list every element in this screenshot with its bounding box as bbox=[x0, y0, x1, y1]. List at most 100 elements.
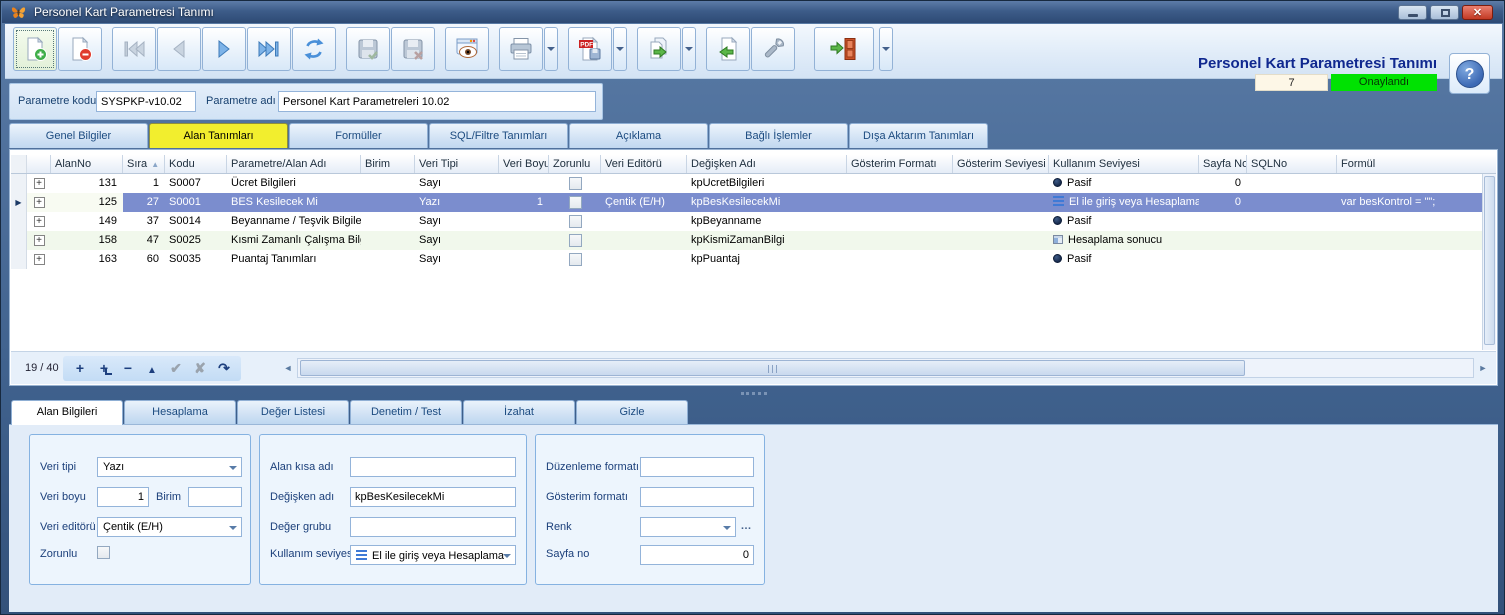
restore-button[interactable] bbox=[1430, 5, 1459, 20]
column-header-parametre-alan-adi[interactable]: Parametre/Alan Adı bbox=[227, 155, 361, 173]
column-header-veri-editoru[interactable]: Veri Editörü bbox=[601, 155, 687, 173]
tab-hesaplama[interactable]: Hesaplama bbox=[124, 400, 236, 424]
save-button[interactable] bbox=[346, 27, 390, 71]
tab-bagli-islemler[interactable]: Bağlı İşlemler bbox=[709, 123, 848, 148]
table-row[interactable]: 149 37 S0014 Beyanname / Teşvik Bilgiler… bbox=[11, 212, 1482, 231]
exit-button[interactable] bbox=[814, 27, 874, 71]
veri-tipi-select[interactable]: Yazı bbox=[97, 457, 242, 477]
cell-zorunlu[interactable] bbox=[549, 250, 601, 269]
pdf-export-button[interactable]: PDF bbox=[568, 27, 612, 71]
column-header-sqlno[interactable]: SQLNo bbox=[1247, 155, 1337, 173]
expand-button[interactable] bbox=[27, 212, 51, 231]
renk-select[interactable] bbox=[640, 517, 736, 537]
tab-disa-aktarim-tanimlari[interactable]: Dışa Aktarım Tanımları bbox=[849, 123, 988, 148]
column-header-alanno[interactable]: AlanNo bbox=[51, 155, 123, 173]
zorunlu-checkbox[interactable] bbox=[569, 234, 582, 247]
refresh-button[interactable] bbox=[292, 27, 336, 71]
minimize-button[interactable] bbox=[1398, 5, 1427, 20]
table-row[interactable]: 131 1 S0007 Ücret Bilgileri Sayı kpUcret… bbox=[11, 174, 1482, 193]
help-button[interactable] bbox=[1449, 53, 1490, 94]
sayfa-no-input[interactable] bbox=[640, 545, 754, 565]
new-record-button[interactable] bbox=[13, 27, 57, 71]
alan-kisa-adi-input[interactable] bbox=[350, 457, 516, 477]
expand-button[interactable] bbox=[27, 231, 51, 250]
cell-zorunlu[interactable] bbox=[549, 231, 601, 250]
first-record-button[interactable] bbox=[112, 27, 156, 71]
confirm-edit-button[interactable] bbox=[165, 358, 187, 379]
zorunlu-checkbox[interactable] bbox=[97, 546, 110, 559]
zorunlu-checkbox[interactable] bbox=[569, 196, 582, 209]
cell-zorunlu[interactable] bbox=[549, 212, 601, 231]
exit-dropdown-button[interactable] bbox=[879, 27, 893, 71]
renk-more-button[interactable] bbox=[738, 517, 754, 537]
expand-button[interactable] bbox=[27, 174, 51, 193]
tab-aciklama[interactable]: Açıklama bbox=[569, 123, 708, 148]
column-header-kodu[interactable]: Kodu bbox=[165, 155, 227, 173]
tab-izahat[interactable]: İzahat bbox=[463, 400, 575, 424]
tab-sql-filtre-tanimlari[interactable]: SQL/Filtre Tanımları bbox=[429, 123, 568, 148]
tab-alan-bilgileri[interactable]: Alan Bilgileri bbox=[11, 400, 123, 425]
add-child-row-button[interactable] bbox=[93, 358, 115, 379]
column-header-formul[interactable]: Formül bbox=[1337, 155, 1496, 173]
expand-button[interactable] bbox=[27, 250, 51, 269]
print-button[interactable] bbox=[499, 27, 543, 71]
table-row[interactable]: 163 60 S0035 Puantaj Tanımları Sayı kpPu… bbox=[11, 250, 1482, 269]
vertical-scrollbar-thumb[interactable] bbox=[1484, 176, 1495, 345]
save-cancel-button[interactable] bbox=[391, 27, 435, 71]
copy-export-button[interactable] bbox=[637, 27, 681, 71]
close-button[interactable] bbox=[1462, 5, 1493, 20]
delete-record-button[interactable] bbox=[58, 27, 102, 71]
parametre-adi-input[interactable] bbox=[278, 91, 596, 112]
column-header-zorunlu[interactable]: Zorunlu bbox=[549, 155, 601, 173]
zorunlu-checkbox[interactable] bbox=[569, 215, 582, 228]
pdf-dropdown-button[interactable] bbox=[613, 27, 627, 71]
veri-boyu-input[interactable] bbox=[97, 487, 149, 507]
cancel-edit-button[interactable] bbox=[189, 358, 211, 379]
tab-deger-listesi[interactable]: Değer Listesi bbox=[237, 400, 349, 424]
birim-input[interactable] bbox=[188, 487, 242, 507]
column-header-veri-boyu[interactable]: Veri Boyu bbox=[499, 155, 549, 173]
column-header-degisken-adi[interactable]: Değişken Adı bbox=[687, 155, 847, 173]
duzenleme-formati-input[interactable] bbox=[640, 457, 754, 477]
panel-splitter[interactable] bbox=[9, 387, 1498, 399]
zorunlu-checkbox[interactable] bbox=[569, 177, 582, 190]
table-row[interactable]: 158 47 S0025 Kısmi Zamanlı Çalışma Bilgi… bbox=[11, 231, 1482, 250]
parametre-kodu-input[interactable] bbox=[96, 91, 196, 112]
copy-dropdown-button[interactable] bbox=[682, 27, 696, 71]
column-header-kullanim-seviyesi[interactable]: Kullanım Seviyesi bbox=[1049, 155, 1199, 173]
last-record-button[interactable] bbox=[247, 27, 291, 71]
horizontal-scrollbar-thumb[interactable] bbox=[300, 360, 1245, 376]
tab-gizle[interactable]: Gizle bbox=[576, 400, 688, 424]
import-button[interactable] bbox=[706, 27, 750, 71]
add-row-button[interactable] bbox=[69, 358, 91, 379]
tab-formuller[interactable]: Formüller bbox=[289, 123, 428, 148]
scroll-right-button[interactable] bbox=[1476, 358, 1490, 378]
previous-record-button[interactable] bbox=[157, 27, 201, 71]
horizontal-scrollbar[interactable] bbox=[297, 358, 1474, 378]
tab-genel-bilgiler[interactable]: Genel Bilgiler bbox=[9, 123, 148, 148]
tab-denetim-test[interactable]: Denetim / Test bbox=[350, 400, 462, 424]
print-dropdown-button[interactable] bbox=[544, 27, 558, 71]
preview-button[interactable] bbox=[445, 27, 489, 71]
expand-button[interactable] bbox=[27, 193, 51, 212]
column-header-gosterim-seviyesi[interactable]: Gösterim Seviyesi bbox=[953, 155, 1049, 173]
tools-button[interactable] bbox=[751, 27, 795, 71]
tab-alan-tanimlari[interactable]: Alan Tanımları bbox=[149, 123, 288, 148]
table-row-selected[interactable]: 125 27 S0001 BES Kesilecek Mi Yazı 1 Çen… bbox=[11, 193, 1482, 212]
column-header-sira[interactable]: Sıra bbox=[123, 155, 165, 173]
move-up-button[interactable] bbox=[141, 358, 163, 379]
vertical-scrollbar[interactable] bbox=[1482, 174, 1496, 350]
column-header-veri-tipi[interactable]: Veri Tipi bbox=[415, 155, 499, 173]
cell-zorunlu[interactable] bbox=[549, 174, 601, 193]
column-header-gosterim-formati[interactable]: Gösterim Formatı bbox=[847, 155, 953, 173]
deger-grubu-input[interactable] bbox=[350, 517, 516, 537]
veri-editoru-select[interactable]: Çentik (E/H) bbox=[97, 517, 242, 537]
degisken-adi-input[interactable] bbox=[350, 487, 516, 507]
refresh-rows-button[interactable] bbox=[213, 358, 235, 379]
cell-zorunlu[interactable] bbox=[549, 193, 601, 212]
next-record-button[interactable] bbox=[202, 27, 246, 71]
scroll-left-button[interactable] bbox=[281, 358, 295, 378]
gosterim-formati-input[interactable] bbox=[640, 487, 754, 507]
column-header-sayfa-no[interactable]: Sayfa No bbox=[1199, 155, 1247, 173]
delete-row-button[interactable] bbox=[117, 358, 139, 379]
